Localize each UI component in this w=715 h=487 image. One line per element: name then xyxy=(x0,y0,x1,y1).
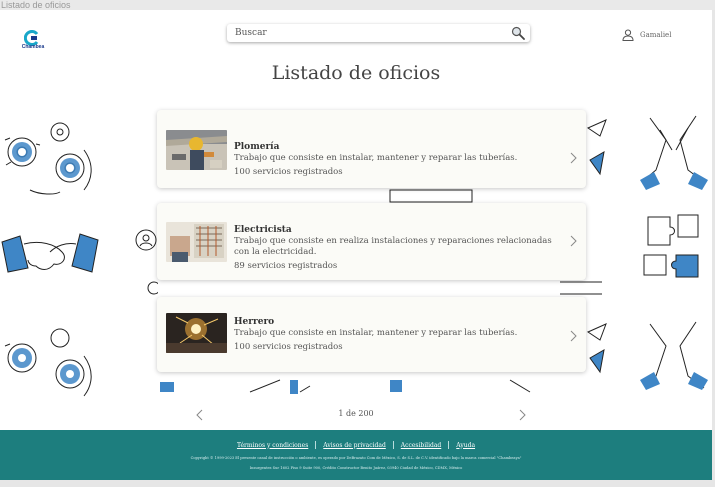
card-body: Herrero Trabajo que consiste en instalar… xyxy=(234,316,560,353)
footer-link-accessibility[interactable]: Accesibilidad xyxy=(394,442,448,449)
footer-address: Insurgentes Sur 1602 Piso 9 Suite 900, C… xyxy=(249,466,463,470)
electrician-photo xyxy=(166,222,227,262)
plumber-photo xyxy=(166,130,227,170)
search-icon[interactable] xyxy=(511,26,525,40)
footer-link-help[interactable]: Ayuda xyxy=(449,442,482,449)
card-body: Electricista Trabajo que consiste en rea… xyxy=(234,224,560,272)
chevron-right-icon[interactable] xyxy=(569,235,577,247)
window-title: Listado de oficios xyxy=(0,0,715,10)
chambea-logo[interactable]: Chambea xyxy=(18,30,48,54)
footer-copyright: Copyright © 1999-2023 El presente canal … xyxy=(190,456,522,460)
user-name: Gamaliel xyxy=(640,31,672,39)
footer-link-privacy[interactable]: Avisos de privacidad xyxy=(316,442,393,449)
trade-card-electricista[interactable]: Electricista Trabajo que consiste en rea… xyxy=(157,203,586,280)
trade-description: Trabajo que consiste en instalar, manten… xyxy=(234,153,518,163)
chevron-right-icon[interactable] xyxy=(569,152,577,164)
trade-service-count: 89 servicios registrados xyxy=(234,261,338,271)
trade-service-count: 100 servicios registrados xyxy=(234,342,343,352)
welder-photo xyxy=(166,313,227,353)
logo-text: Chambea xyxy=(21,44,45,50)
gears-illustration-bottom xyxy=(0,316,100,401)
trade-service-count: 100 servicios registrados xyxy=(234,167,343,177)
next-page-button[interactable] xyxy=(518,409,526,421)
trade-name: Herrero xyxy=(234,317,275,327)
user-menu[interactable]: Gamaliel xyxy=(622,28,671,42)
search-input[interactable] xyxy=(235,26,505,40)
trade-name: Plomería xyxy=(234,142,280,152)
window-bottom-edge xyxy=(0,480,715,487)
chevron-right-icon[interactable] xyxy=(569,330,577,342)
footer: Términos y condiciones Avisos de privaci… xyxy=(0,430,712,480)
search-bar xyxy=(227,24,530,42)
high-five-illustration-top xyxy=(636,110,712,190)
trade-card-plomeria[interactable]: Plomería Trabajo que consiste en instala… xyxy=(157,110,586,188)
trade-description: Trabajo que consiste en realiza instalac… xyxy=(234,236,552,257)
footer-links: Términos y condiciones Avisos de privaci… xyxy=(0,441,712,449)
trade-description: Trabajo que consiste en instalar, manten… xyxy=(234,328,518,338)
gears-illustration-top xyxy=(0,110,100,195)
user-icon xyxy=(622,29,634,41)
page-title: Listado de oficios xyxy=(271,62,441,84)
footer-link-terms[interactable]: Términos y condiciones xyxy=(230,442,315,449)
previous-page-button[interactable] xyxy=(196,409,204,421)
puzzle-illustration xyxy=(638,205,712,285)
trade-card-herrero[interactable]: Herrero Trabajo que consiste en instalar… xyxy=(157,297,586,372)
pagination-indicator: 1 de 200 xyxy=(338,409,374,418)
handshake-illustration xyxy=(0,222,100,282)
high-five-illustration-bottom xyxy=(636,316,712,396)
trade-name: Electricista xyxy=(234,225,292,235)
page: Chambea Gamaliel Listado de oficios xyxy=(0,10,712,480)
card-body: Plomería Trabajo que consiste en instala… xyxy=(234,141,560,178)
